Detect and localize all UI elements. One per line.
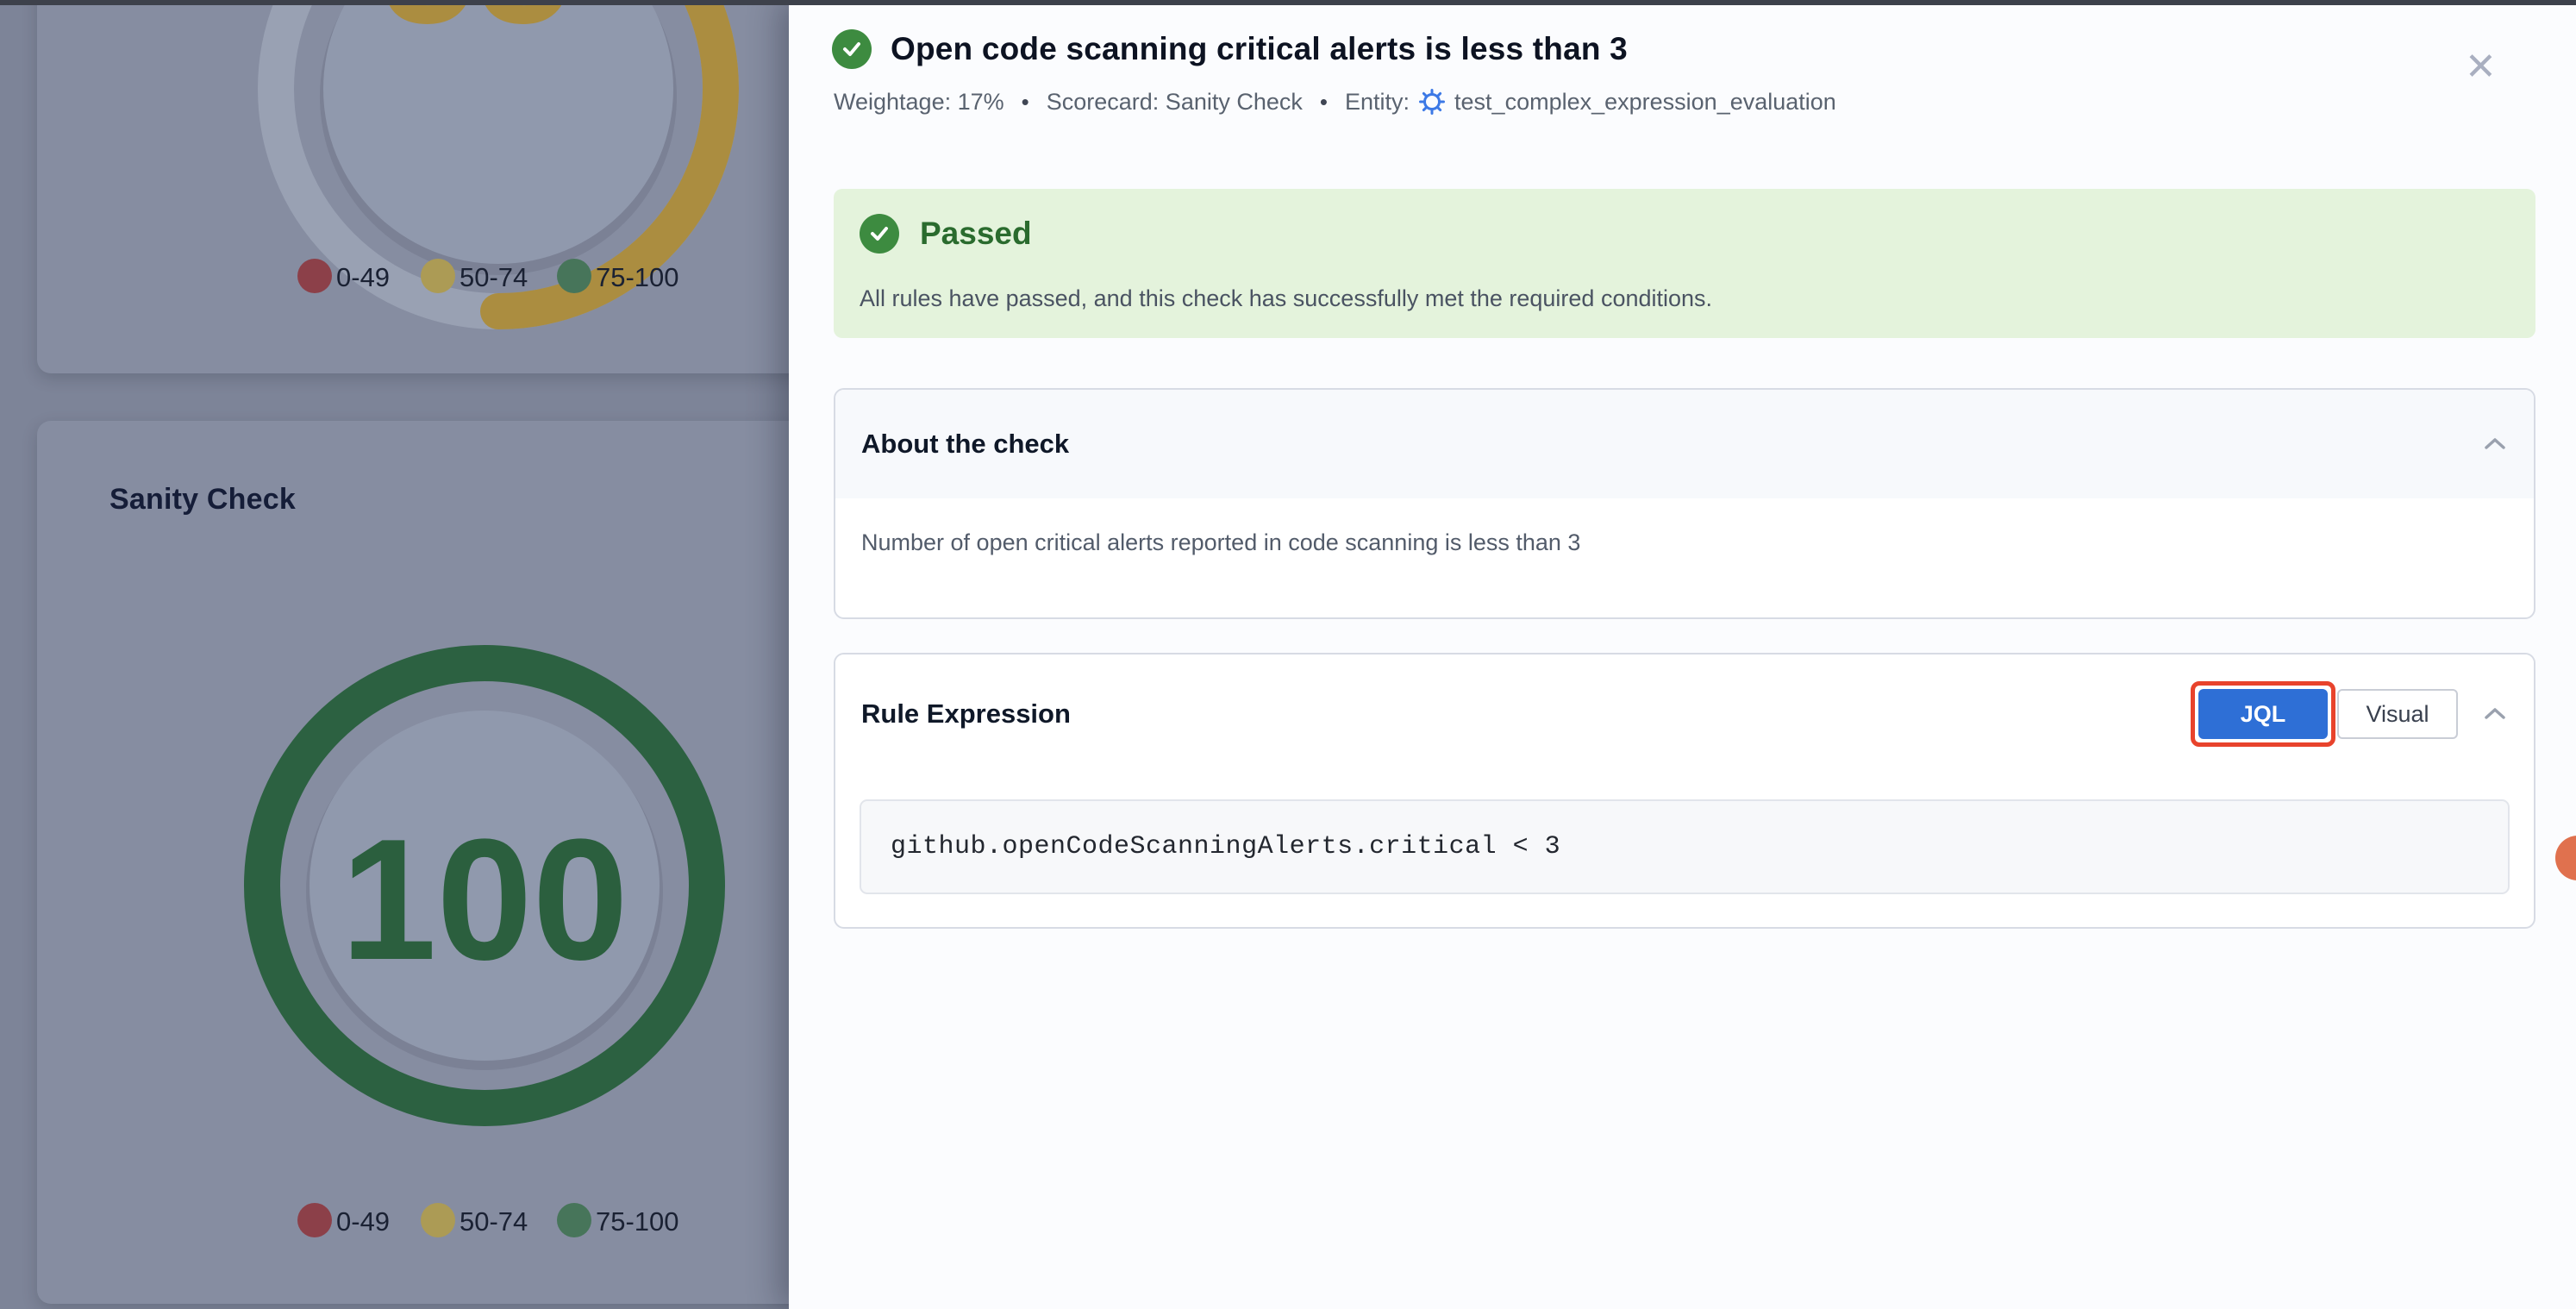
drawer-header: Open code scanning critical alerts is le… <box>832 29 1628 69</box>
scorecard-value: Scorecard: Sanity Check <box>1047 89 1303 116</box>
gauge-card-partial <box>37 0 789 373</box>
sanity-check-card: Sanity Check <box>37 421 789 1304</box>
status-badge: Passed <box>920 216 1032 252</box>
tab-jql[interactable]: JQL <box>2198 689 2328 739</box>
dashboard-backdrop: Sanity Check 55 0-49 50-74 75-100 100 <box>0 0 789 1309</box>
about-check-title: About the check <box>861 429 1069 460</box>
check-detail-drawer: Open code scanning critical alerts is le… <box>789 0 2576 1309</box>
check-passed-icon <box>832 29 872 69</box>
rule-expression-header: Rule Expression JQL Visual <box>835 654 2534 774</box>
rule-expression-code: github.openCodeScanningAlerts.critical <… <box>891 832 1560 861</box>
rule-expression-code-box: github.openCodeScanningAlerts.critical <… <box>860 799 2510 894</box>
status-banner-header: Passed <box>860 214 1032 254</box>
chevron-up-icon[interactable] <box>2482 435 2508 453</box>
meta-separator: • <box>1022 89 1029 116</box>
about-check-header[interactable]: About the check <box>835 390 2534 498</box>
entity-label: Entity: <box>1345 89 1410 116</box>
rule-expression-title: Rule Expression <box>861 698 1071 730</box>
status-message: All rules have passed, and this check ha… <box>860 285 1712 312</box>
passed-check-icon <box>860 214 899 254</box>
drawer-title: Open code scanning critical alerts is le… <box>891 31 1628 67</box>
rule-expression-controls: JQL Visual <box>2191 681 2508 747</box>
status-banner: Passed All rules have passed, and this c… <box>834 189 2535 338</box>
sanity-check-card-title: Sanity Check <box>109 483 296 517</box>
top-window-strip <box>0 0 2576 5</box>
jql-highlight-box: JQL <box>2191 681 2335 747</box>
rule-expression-card: Rule Expression JQL Visual github.openCo… <box>834 653 2535 929</box>
chevron-up-icon[interactable] <box>2482 705 2508 723</box>
entity-name[interactable]: test_complex_expression_evaluation <box>1454 89 1836 116</box>
meta-separator: • <box>1320 89 1328 116</box>
about-check-description: Number of open critical alerts reported … <box>835 498 2534 587</box>
weightage-value: Weightage: 17% <box>834 89 1004 116</box>
tab-visual[interactable]: Visual <box>2337 689 2458 739</box>
gear-icon <box>1418 88 1446 116</box>
close-icon[interactable]: ✕ <box>2465 48 2497 86</box>
entity-meta: Entity: test_complex_expression_evaluati… <box>1345 88 1836 116</box>
check-meta-row: Weightage: 17% • Scorecard: Sanity Check… <box>834 88 1836 116</box>
about-check-card: About the check Number of open critical … <box>834 388 2535 619</box>
